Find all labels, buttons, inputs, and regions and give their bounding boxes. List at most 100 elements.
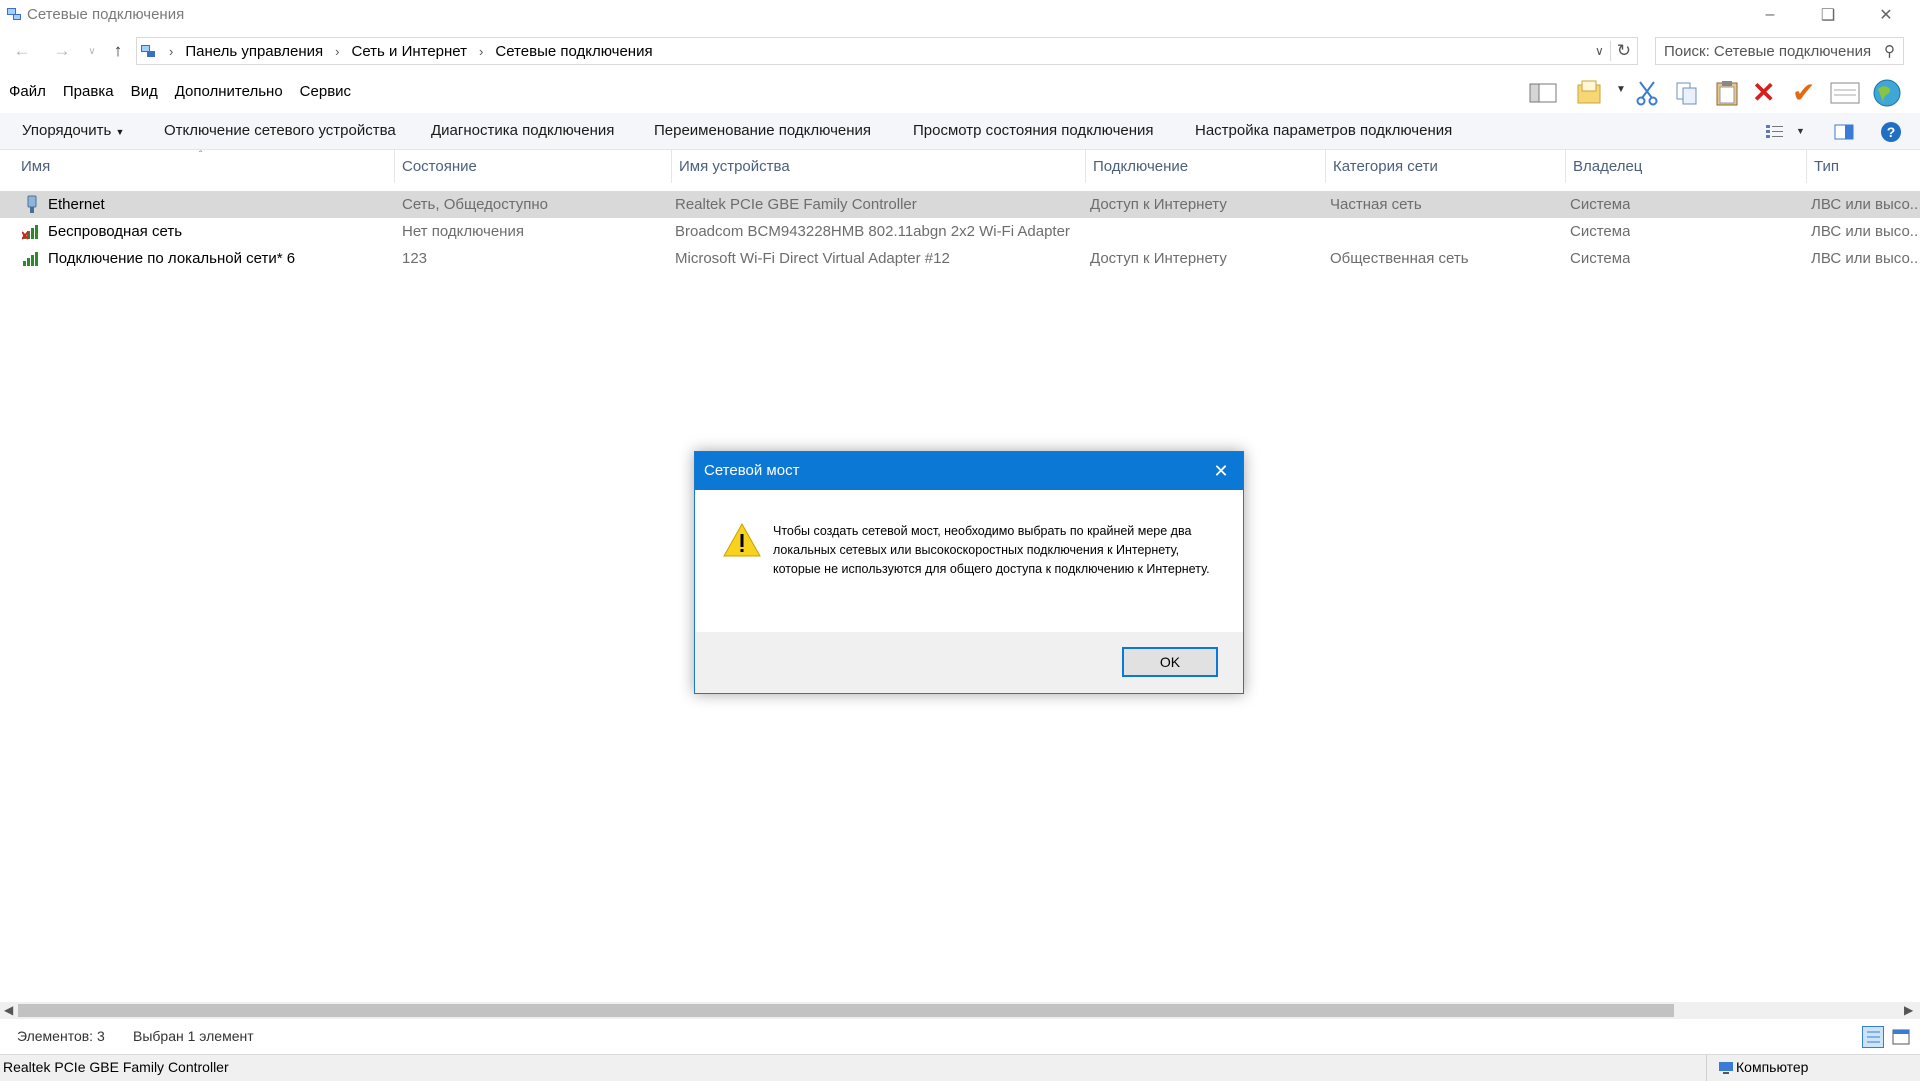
- breadcrumb-network-connections[interactable]: Сетевые подключения: [495, 43, 652, 60]
- row-owner: Система: [1570, 250, 1631, 267]
- breadcrumb-separator-icon: ›: [169, 43, 174, 59]
- ok-button[interactable]: OK: [1122, 647, 1218, 677]
- menu-edit[interactable]: Правка: [54, 80, 122, 104]
- row-type: ЛВС или высо...: [1811, 250, 1919, 267]
- close-window-icon[interactable]: ✕: [1863, 0, 1909, 30]
- svg-text:?: ?: [1887, 124, 1896, 140]
- column-header-state[interactable]: Состояние: [395, 150, 672, 183]
- row-device: Realtek PCIe GBE Family Controller: [675, 196, 917, 213]
- copy-icon[interactable]: [1674, 80, 1700, 106]
- forward-icon[interactable]: →: [50, 39, 74, 63]
- delete-icon[interactable]: ✕: [1752, 76, 1775, 109]
- paste-icon[interactable]: [1714, 79, 1740, 107]
- column-header-connection[interactable]: Подключение: [1086, 150, 1326, 183]
- restore-icon[interactable]: ❑: [1805, 0, 1851, 30]
- refresh-icon[interactable]: ↻: [1609, 41, 1631, 61]
- menu-file[interactable]: Файл: [0, 80, 54, 104]
- help-icon[interactable]: ?: [1880, 121, 1902, 143]
- status-divider: [1706, 1055, 1707, 1081]
- navigation-bar: ← → ∨ ↑ › Панель управления › Сеть и Инт…: [0, 35, 1920, 67]
- rename-button[interactable]: Переименование подключения: [654, 113, 871, 149]
- wireless-signal-icon: [23, 252, 38, 266]
- window-title: Сетевые подключения: [27, 6, 185, 23]
- view-options-dropdown-icon[interactable]: ▼: [1796, 113, 1805, 149]
- row-state: Нет подключения: [402, 223, 524, 240]
- table-row[interactable]: Подключение по локальной сети* 6 123 Mic…: [0, 245, 1920, 272]
- column-header-device[interactable]: Имя устройства: [672, 150, 1086, 183]
- details-status-bar: Realtek PCIe GBE Family Controller Компь…: [0, 1054, 1920, 1081]
- organize-label: Упорядочить: [22, 122, 112, 139]
- address-dropdown-icon[interactable]: ∨: [1595, 44, 1604, 58]
- status-bar: Элементов: 3 Выбран 1 элемент: [0, 1024, 1920, 1050]
- control-panel-icon: [141, 45, 155, 57]
- row-name: Подключение по локальной сети* 6: [48, 250, 296, 267]
- scroll-left-icon[interactable]: ◀: [4, 1002, 13, 1019]
- row-name: Ethernet: [48, 196, 105, 213]
- minimize-icon[interactable]: –: [1747, 0, 1793, 30]
- cut-icon[interactable]: [1634, 80, 1660, 106]
- table-row[interactable]: Ethernet Сеть, Общедоступно Realtek PCIe…: [0, 191, 1920, 218]
- preview-pane-icon[interactable]: [1834, 124, 1854, 140]
- location-label: Компьютер: [1736, 1059, 1809, 1075]
- row-category: Частная сеть: [1330, 196, 1422, 213]
- recent-locations-chevron-icon[interactable]: ∨: [80, 39, 104, 63]
- selection-count: Выбран 1 элемент: [133, 1028, 254, 1044]
- selected-device: Realtek PCIe GBE Family Controller: [3, 1059, 229, 1075]
- breadcrumb-separator-icon: ›: [479, 43, 484, 59]
- scrollbar-thumb[interactable]: [18, 1004, 1674, 1017]
- row-device: Broadcom BCM943228HMB 802.11abgn 2x2 Wi-…: [675, 223, 1070, 240]
- breadcrumb-network-internet[interactable]: Сеть и Интернет: [352, 43, 468, 60]
- row-owner: Система: [1570, 223, 1631, 240]
- title-bar: Сетевые подключения – ❑ ✕: [0, 0, 1920, 30]
- row-owner: Система: [1570, 196, 1631, 213]
- back-icon[interactable]: ←: [10, 39, 34, 63]
- menu-view[interactable]: Вид: [122, 80, 166, 104]
- menu-bar: Файл Правка Вид Дополнительно Сервис: [0, 80, 359, 104]
- folder-options-dropdown-icon[interactable]: ▼: [1616, 84, 1626, 95]
- command-bar: Упорядочить ▼ Отключение сетевого устрой…: [0, 113, 1920, 150]
- dialog-title: Сетевой мост: [704, 462, 800, 479]
- layout-pane-icon[interactable]: [1529, 82, 1557, 104]
- details-view-icon[interactable]: [1862, 1026, 1884, 1048]
- row-name: Беспроводная сеть: [48, 223, 183, 240]
- checkmark-icon[interactable]: ✔: [1792, 76, 1815, 109]
- search-icon[interactable]: ⚲: [1884, 42, 1895, 60]
- table-row[interactable]: Беспроводная сеть Нет подключения Broadc…: [0, 218, 1920, 245]
- row-type: ЛВС или высо...: [1811, 223, 1919, 240]
- dialog-close-icon[interactable]: ✕: [1199, 452, 1243, 490]
- disable-device-button[interactable]: Отключение сетевого устройства: [164, 113, 396, 149]
- row-connection: Доступ к Интернету: [1090, 196, 1227, 213]
- view-status-button[interactable]: Просмотр состояния подключения: [913, 113, 1154, 149]
- column-header-type[interactable]: Тип: [1807, 150, 1920, 183]
- network-bridge-dialog: Сетевой мост ✕ Чтобы создать сетевой мос…: [694, 451, 1244, 694]
- column-header-name[interactable]: Имя: [14, 150, 395, 183]
- breadcrumb-control-panel[interactable]: Панель управления: [185, 43, 323, 60]
- row-device: Microsoft Wi-Fi Direct Virtual Adapter #…: [675, 250, 950, 267]
- dialog-title-bar: Сетевой мост ✕: [695, 452, 1243, 490]
- search-input[interactable]: Поиск: Сетевые подключения ⚲: [1655, 37, 1904, 65]
- dialog-message: Чтобы создать сетевой мост, необходимо в…: [773, 524, 1210, 576]
- up-icon[interactable]: ↑: [106, 39, 130, 63]
- folder-options-icon[interactable]: [1576, 79, 1604, 107]
- row-category: Общественная сеть: [1330, 250, 1469, 267]
- column-header-owner[interactable]: Владелец: [1566, 150, 1807, 183]
- row-state: 123: [402, 250, 428, 267]
- address-bar[interactable]: › Панель управления › Сеть и Интернет › …: [136, 37, 1638, 65]
- diagnose-button[interactable]: Диагностика подключения: [431, 113, 614, 149]
- row-state: Сеть, Общедоступно: [402, 196, 549, 213]
- tiles-view-icon[interactable]: [1890, 1026, 1912, 1048]
- row-type: ЛВС или высо...: [1811, 196, 1919, 213]
- column-headers: ˆ Имя Состояние Имя устройства Подключен…: [0, 150, 1920, 183]
- horizontal-scrollbar[interactable]: ◀ ▶: [0, 1002, 1920, 1019]
- column-header-category[interactable]: Категория сети: [1326, 150, 1566, 183]
- view-options-icon[interactable]: [1765, 124, 1785, 140]
- scroll-right-icon[interactable]: ▶: [1904, 1002, 1913, 1019]
- menu-advanced[interactable]: Дополнительно: [166, 80, 291, 104]
- organize-button[interactable]: Упорядочить ▼: [22, 113, 124, 150]
- menu-tools[interactable]: Сервис: [291, 80, 359, 104]
- breadcrumb-separator-icon: ›: [335, 43, 340, 59]
- globe-icon[interactable]: [1872, 78, 1902, 108]
- change-settings-button[interactable]: Настройка параметров подключения: [1195, 113, 1452, 149]
- properties-icon[interactable]: [1830, 82, 1860, 104]
- dialog-footer: OK: [695, 632, 1243, 693]
